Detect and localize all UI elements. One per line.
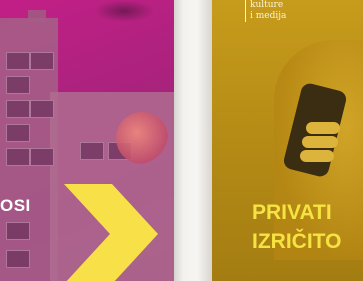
right-cover-title-line: PRIVATI [252, 201, 332, 224]
right-cover[interactable]: kulture i medija PRIVATI IZRIČITO [212, 0, 363, 281]
building-window [6, 148, 30, 166]
book-spine-gap [174, 0, 212, 281]
blossom-tree [116, 112, 168, 164]
building-window [6, 124, 30, 142]
hand-finger [306, 122, 340, 134]
building-window [30, 148, 54, 166]
publisher-line: kulture [250, 0, 284, 10]
publisher-line: i medija [250, 11, 287, 21]
left-cover[interactable]: OSI [0, 0, 174, 281]
publisher-name: kulture i medija [250, 0, 286, 22]
tree-branches [94, 0, 154, 22]
building-window [6, 222, 30, 240]
hand-finger [300, 150, 334, 162]
building-window [30, 100, 54, 118]
building-window [30, 52, 54, 70]
right-cover-title-line: IZRIČITO [252, 230, 342, 253]
building-window [80, 142, 104, 160]
building-window [6, 250, 30, 268]
chevron-right-icon [64, 184, 158, 281]
building-window [6, 76, 30, 94]
building-window [6, 100, 30, 118]
hand-finger [302, 136, 338, 148]
right-cover-title: PRIVATI IZRIČITO [252, 198, 341, 256]
publisher-divider [245, 0, 246, 22]
building-window [6, 52, 30, 70]
left-cover-title: OSI [0, 196, 31, 215]
